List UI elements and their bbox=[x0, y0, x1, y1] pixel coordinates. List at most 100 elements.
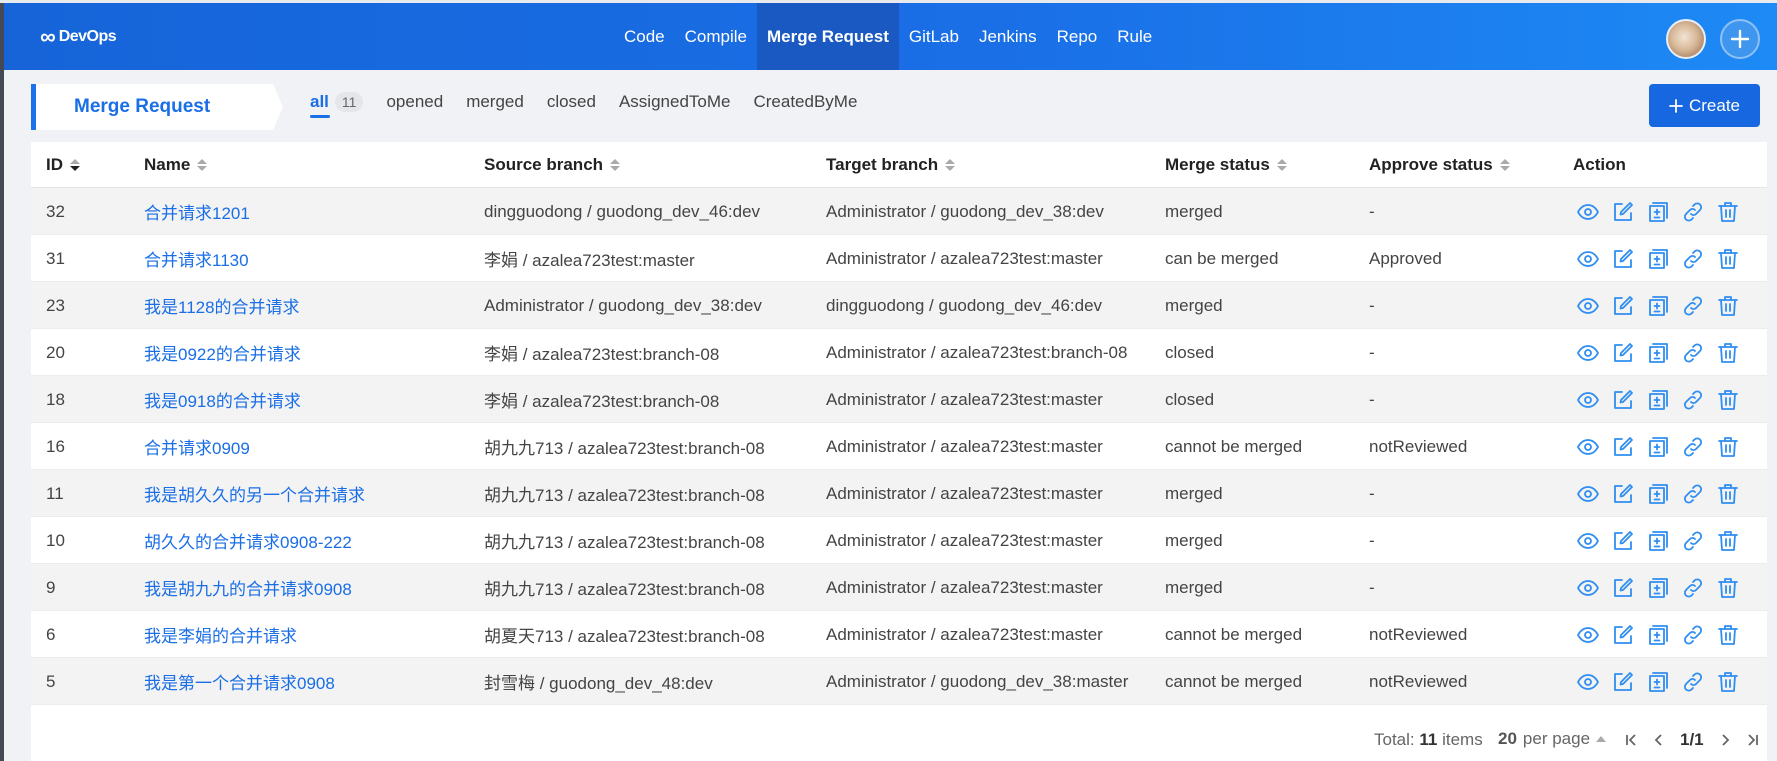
cell-name[interactable]: 合并请求0909 bbox=[144, 423, 250, 470]
link-button[interactable] bbox=[1681, 200, 1705, 224]
cell-name[interactable]: 合并请求1130 bbox=[144, 235, 249, 282]
edit-button[interactable] bbox=[1611, 435, 1635, 459]
cell-name[interactable]: 我是第一个合并请求0908 bbox=[144, 658, 335, 705]
link-button[interactable] bbox=[1681, 294, 1705, 318]
tab-all[interactable]: all 11 bbox=[310, 92, 364, 118]
cell-name[interactable]: 胡久久的合并请求0908-222 bbox=[144, 517, 352, 564]
nav-item-repo[interactable]: Repo bbox=[1047, 3, 1108, 70]
next-page-button[interactable] bbox=[1718, 731, 1732, 749]
prev-page-button[interactable] bbox=[1652, 731, 1666, 749]
create-button[interactable]: Create bbox=[1649, 84, 1760, 127]
last-page-button[interactable] bbox=[1746, 731, 1760, 749]
edit-button[interactable] bbox=[1611, 294, 1635, 318]
link-button[interactable] bbox=[1681, 623, 1705, 647]
link-button[interactable] bbox=[1681, 670, 1705, 694]
view-button[interactable] bbox=[1576, 623, 1600, 647]
sort-icon[interactable] bbox=[70, 159, 80, 171]
view-button[interactable] bbox=[1576, 247, 1600, 271]
view-button[interactable] bbox=[1576, 529, 1600, 553]
review-button[interactable] bbox=[1646, 294, 1670, 318]
tab-assignedtome[interactable]: AssignedToMe bbox=[619, 92, 731, 118]
column-header-target-branch[interactable]: Target branch bbox=[826, 142, 956, 188]
column-header-merge-status[interactable]: Merge status bbox=[1165, 142, 1287, 188]
sort-icon[interactable] bbox=[197, 159, 208, 171]
page-size-select[interactable]: 20 per page bbox=[1498, 729, 1607, 749]
view-button[interactable] bbox=[1576, 482, 1600, 506]
tab-createdbyme[interactable]: CreatedByMe bbox=[753, 92, 857, 118]
link-button[interactable] bbox=[1681, 388, 1705, 412]
view-button[interactable] bbox=[1576, 576, 1600, 600]
cell-name[interactable]: 我是1128的合并请求 bbox=[144, 282, 300, 329]
nav-item-rule[interactable]: Rule bbox=[1107, 3, 1162, 70]
sort-icon[interactable] bbox=[610, 159, 621, 171]
column-header-approve-status[interactable]: Approve status bbox=[1369, 142, 1510, 188]
view-button[interactable] bbox=[1576, 294, 1600, 318]
review-button[interactable] bbox=[1646, 247, 1670, 271]
link-button[interactable] bbox=[1681, 247, 1705, 271]
view-button[interactable] bbox=[1576, 200, 1600, 224]
nav-item-merge-request[interactable]: Merge Request bbox=[757, 3, 899, 70]
tab-merged[interactable]: merged bbox=[466, 92, 524, 118]
column-header-name[interactable]: Name bbox=[144, 142, 208, 188]
edit-button[interactable] bbox=[1611, 388, 1635, 412]
delete-button[interactable] bbox=[1716, 200, 1740, 224]
cell-name[interactable]: 合并请求1201 bbox=[144, 188, 250, 235]
delete-button[interactable] bbox=[1716, 529, 1740, 553]
review-button[interactable] bbox=[1646, 341, 1670, 365]
sort-icon[interactable] bbox=[1276, 159, 1287, 171]
sort-icon[interactable] bbox=[945, 159, 956, 171]
first-page-button[interactable] bbox=[1624, 731, 1638, 749]
review-button[interactable] bbox=[1646, 435, 1670, 459]
edit-button[interactable] bbox=[1611, 670, 1635, 694]
edit-button[interactable] bbox=[1611, 623, 1635, 647]
view-button[interactable] bbox=[1576, 435, 1600, 459]
delete-button[interactable] bbox=[1716, 623, 1740, 647]
review-button[interactable] bbox=[1646, 670, 1670, 694]
delete-button[interactable] bbox=[1716, 435, 1740, 459]
delete-button[interactable] bbox=[1716, 341, 1740, 365]
nav-item-compile[interactable]: Compile bbox=[675, 3, 757, 70]
edit-button[interactable] bbox=[1611, 576, 1635, 600]
view-button[interactable] bbox=[1576, 341, 1600, 365]
edit-button[interactable] bbox=[1611, 341, 1635, 365]
link-button[interactable] bbox=[1681, 529, 1705, 553]
delete-button[interactable] bbox=[1716, 670, 1740, 694]
edit-button[interactable] bbox=[1611, 482, 1635, 506]
cell-name[interactable]: 我是李娟的合并请求 bbox=[144, 611, 297, 658]
delete-button[interactable] bbox=[1716, 247, 1740, 271]
add-new-button[interactable] bbox=[1720, 19, 1760, 59]
link-button[interactable] bbox=[1681, 341, 1705, 365]
cell-name[interactable]: 我是0918的合并请求 bbox=[144, 376, 301, 423]
delete-button[interactable] bbox=[1716, 388, 1740, 412]
review-button[interactable] bbox=[1646, 200, 1670, 224]
link-button[interactable] bbox=[1681, 435, 1705, 459]
tab-opened[interactable]: opened bbox=[386, 92, 443, 118]
sort-icon[interactable] bbox=[1499, 159, 1510, 171]
review-button[interactable] bbox=[1646, 623, 1670, 647]
cell-name[interactable]: 我是胡久久的另一个合并请求 bbox=[144, 470, 365, 517]
delete-button[interactable] bbox=[1716, 482, 1740, 506]
nav-item-jenkins[interactable]: Jenkins bbox=[969, 3, 1047, 70]
link-button[interactable] bbox=[1681, 482, 1705, 506]
nav-item-code[interactable]: Code bbox=[614, 3, 675, 70]
edit-button[interactable] bbox=[1611, 247, 1635, 271]
nav-item-gitlab[interactable]: GitLab bbox=[899, 3, 969, 70]
cell-name[interactable]: 我是胡九九的合并请求0908 bbox=[144, 564, 352, 611]
delete-button[interactable] bbox=[1716, 294, 1740, 318]
delete-button[interactable] bbox=[1716, 576, 1740, 600]
review-button[interactable] bbox=[1646, 482, 1670, 506]
user-avatar[interactable] bbox=[1666, 19, 1706, 59]
column-header-id[interactable]: ID bbox=[46, 142, 80, 188]
link-button[interactable] bbox=[1681, 576, 1705, 600]
review-button[interactable] bbox=[1646, 388, 1670, 412]
tab-closed[interactable]: closed bbox=[547, 92, 596, 118]
review-button[interactable] bbox=[1646, 576, 1670, 600]
view-button[interactable] bbox=[1576, 388, 1600, 412]
edit-button[interactable] bbox=[1611, 529, 1635, 553]
review-button[interactable] bbox=[1646, 529, 1670, 553]
cell-name[interactable]: 我是0922的合并请求 bbox=[144, 329, 301, 376]
view-button[interactable] bbox=[1576, 670, 1600, 694]
column-header-source-branch[interactable]: Source branch bbox=[484, 142, 621, 188]
devops-logo[interactable]: ∞ DevOps bbox=[40, 25, 117, 49]
edit-button[interactable] bbox=[1611, 200, 1635, 224]
